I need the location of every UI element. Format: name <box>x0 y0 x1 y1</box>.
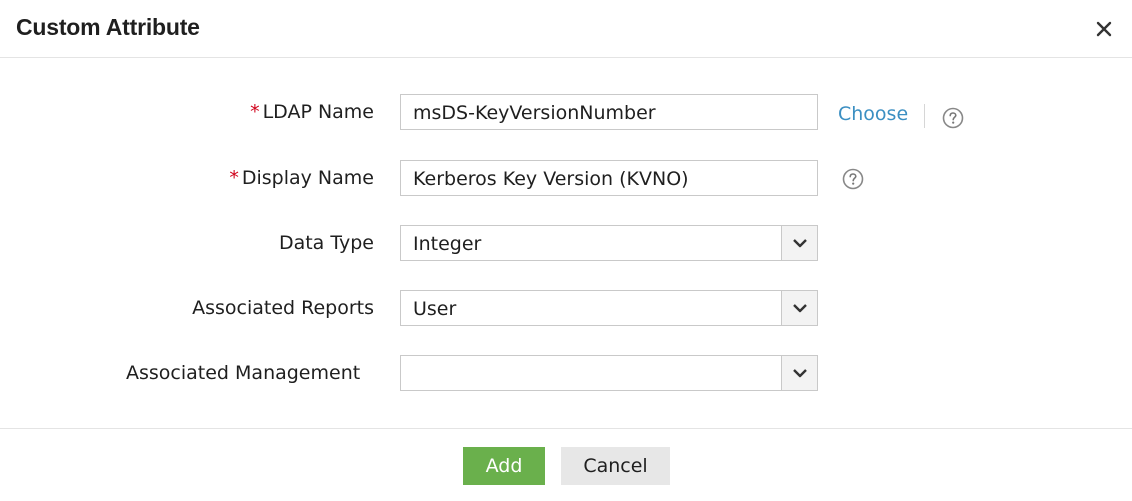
chevron-down-icon[interactable] <box>781 226 817 260</box>
associated-management-label: Associated Management <box>126 362 361 384</box>
display-name-value[interactable]: Kerberos Key Version (KVNO) <box>413 168 689 190</box>
ldap-name-field[interactable]: msDS-KeyVersionNumber <box>400 94 818 130</box>
required-marker: * <box>250 101 260 123</box>
associated-management-select[interactable] <box>400 355 818 391</box>
help-icon[interactable] <box>942 107 964 129</box>
associated-reports-select[interactable]: User <box>400 290 818 326</box>
data-type-label: Data Type <box>278 232 374 254</box>
dialog-title: Custom Attribute <box>16 14 200 40</box>
chevron-down-icon[interactable] <box>781 291 817 325</box>
help-icon[interactable] <box>842 168 864 190</box>
data-type-select[interactable]: Integer <box>400 225 818 261</box>
data-type-value: Integer <box>413 233 482 255</box>
ldap-name-label: * LDAP Name <box>250 101 374 123</box>
custom-attribute-dialog: Custom Attribute * LDAP Name msDS-KeyVers… <box>0 0 1132 500</box>
display-name-label: * Display Name <box>229 167 374 189</box>
chevron-down-icon[interactable] <box>781 356 817 390</box>
associated-reports-value: User <box>413 298 457 320</box>
associated-reports-label: Associated Reports <box>192 297 374 319</box>
link-separator <box>924 104 925 128</box>
dialog-footer: Add Cancel <box>0 428 1132 501</box>
required-marker: * <box>229 167 239 189</box>
ldap-name-value[interactable]: msDS-KeyVersionNumber <box>413 102 656 124</box>
close-icon[interactable] <box>1092 17 1116 41</box>
display-name-field[interactable]: Kerberos Key Version (KVNO) <box>400 160 818 196</box>
dialog-header: Custom Attribute <box>0 0 1132 58</box>
cancel-button[interactable]: Cancel <box>561 447 670 485</box>
choose-link[interactable]: Choose <box>838 103 908 125</box>
add-button[interactable]: Add <box>463 447 545 485</box>
